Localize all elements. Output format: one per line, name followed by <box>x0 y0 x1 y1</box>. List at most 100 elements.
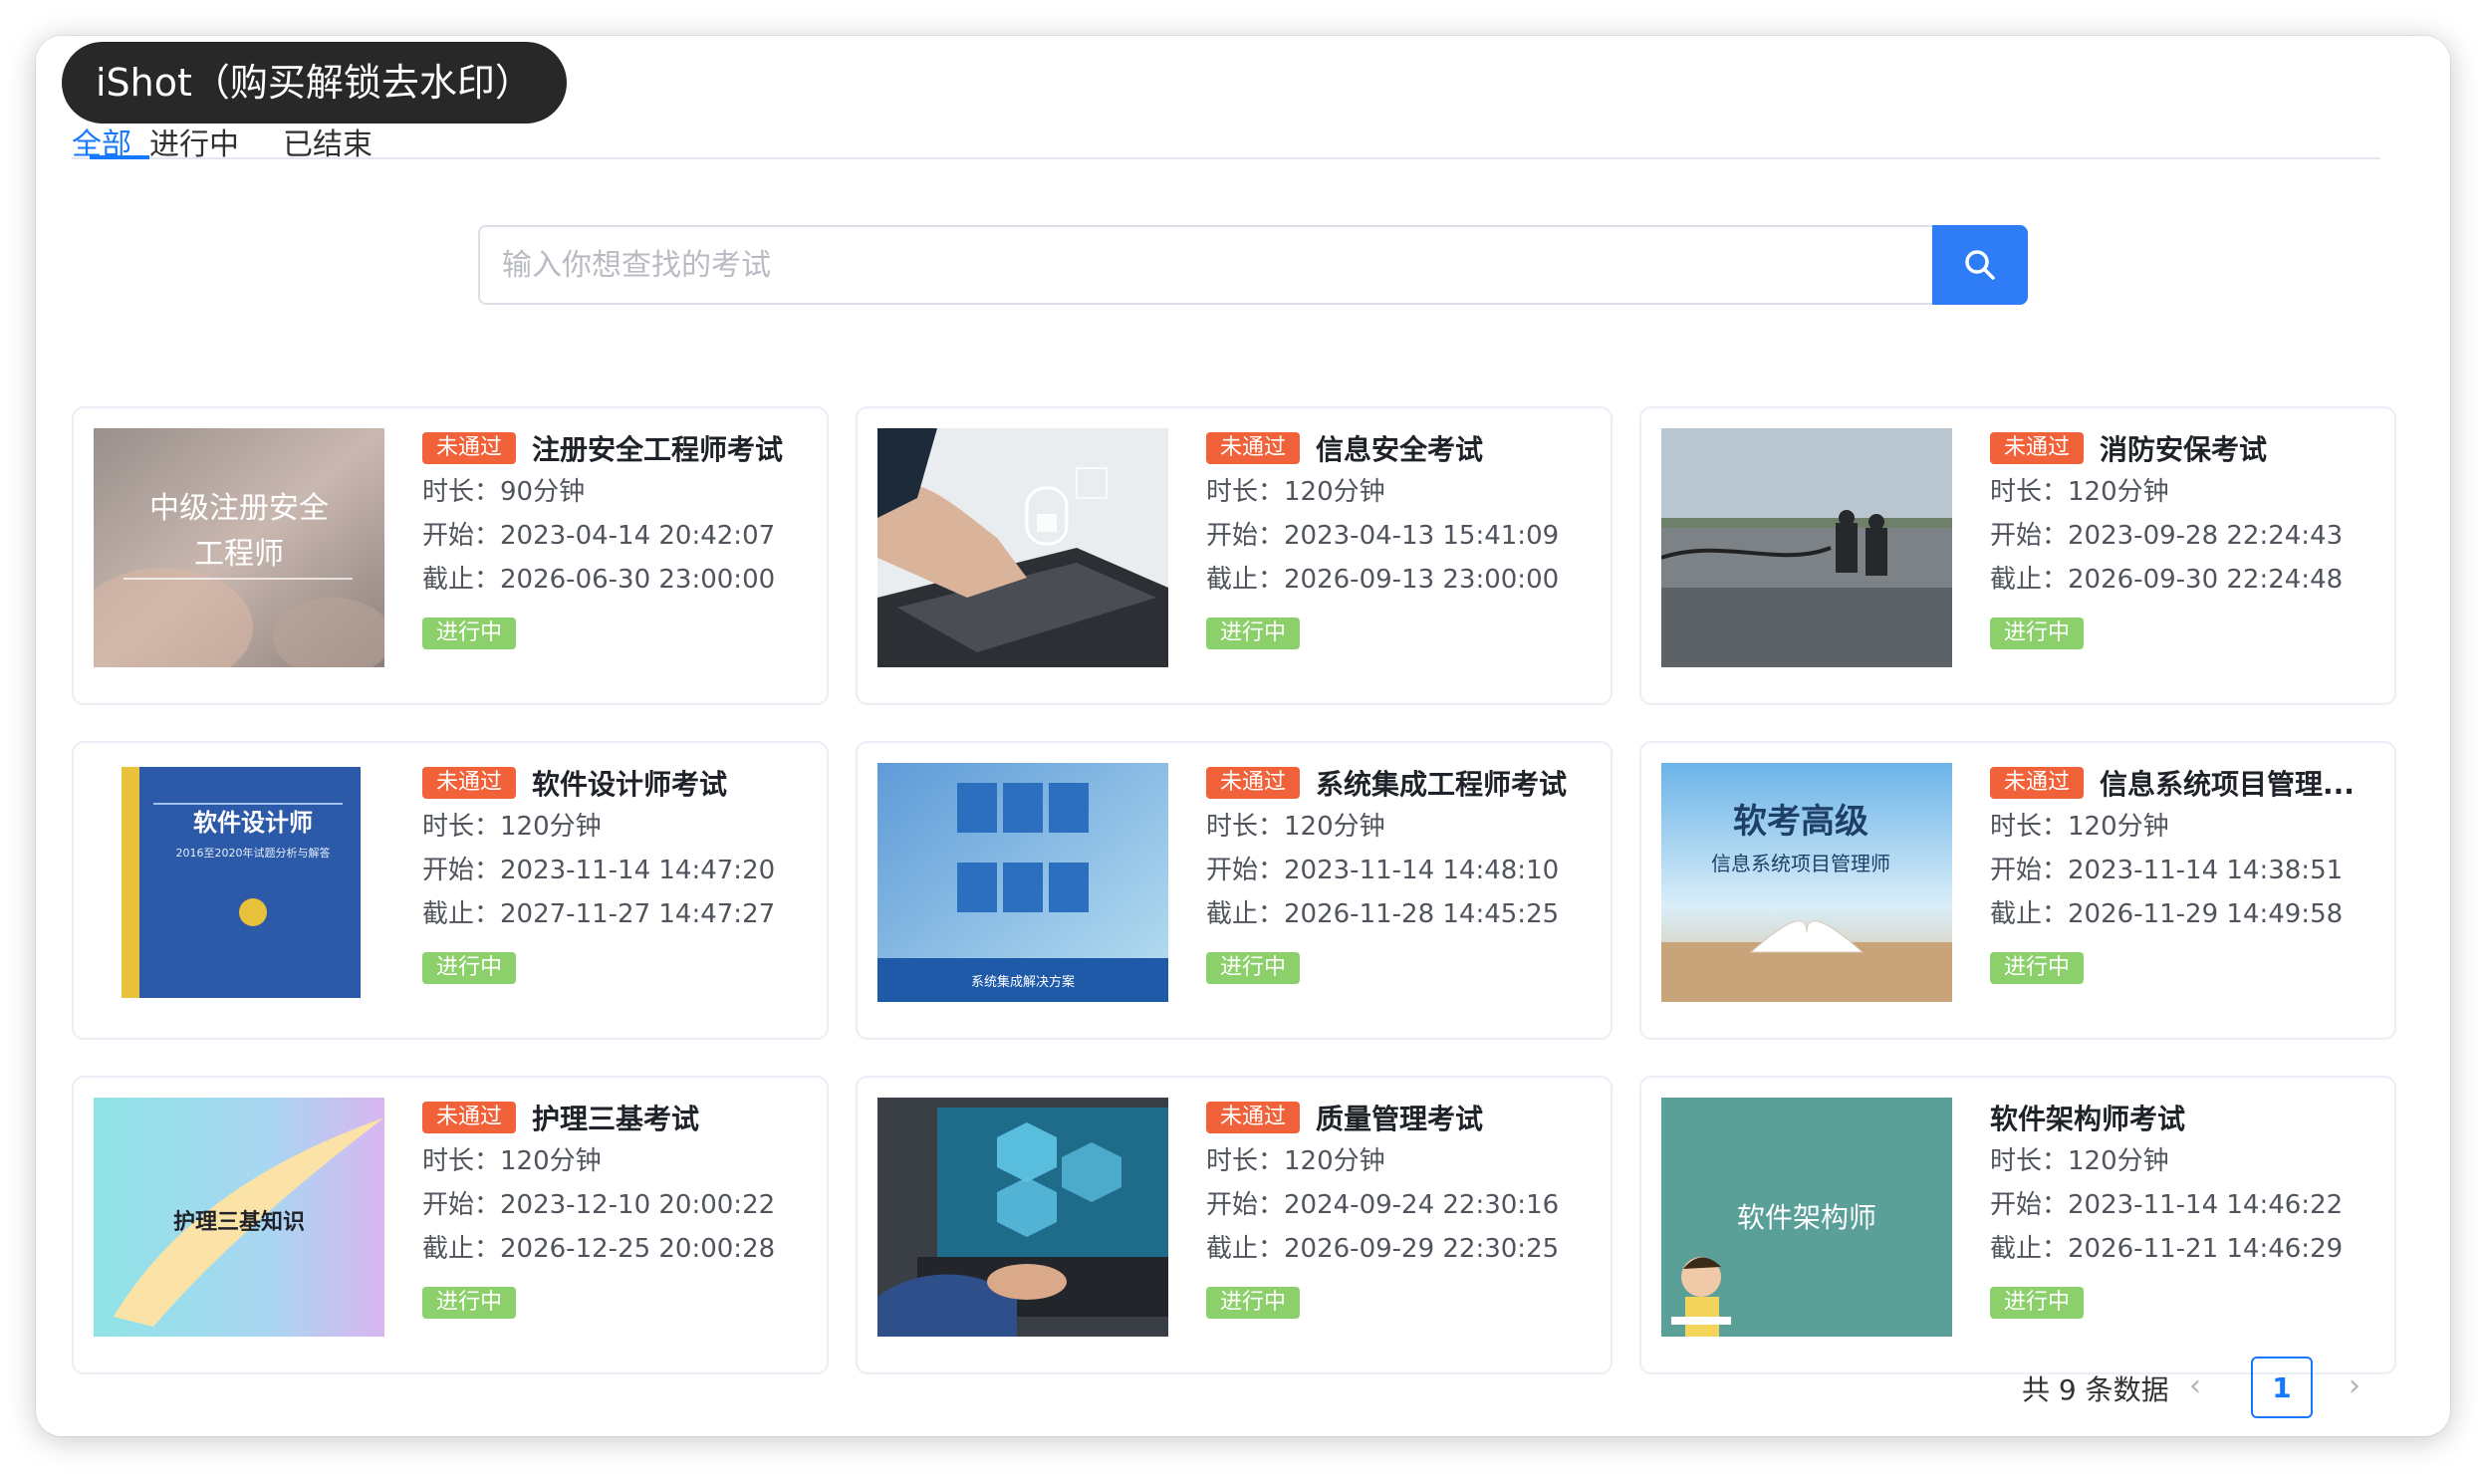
cover-text: 系统集成解决方案 <box>971 974 1075 990</box>
fail-badge: 未通过 <box>1206 767 1301 799</box>
end-row: 截止：2026-09-30 22:24:48 <box>1990 558 2378 602</box>
duration-value: 120分钟 <box>2068 477 2169 507</box>
app-window: 全部 进行中 已结束 中 <box>36 36 2450 1436</box>
end-value: 2026-06-30 23:00:00 <box>500 565 776 595</box>
end-row: 截止：2026-11-28 14:45:25 <box>1206 892 1595 936</box>
start-row: 开始：2023-04-14 20:42:07 <box>422 514 811 558</box>
cover-text: 软件设计师 <box>193 808 313 837</box>
exam-title: 信息安全考试 <box>1316 433 1484 466</box>
exam-title: 系统集成工程师考试 <box>1316 768 1568 801</box>
duration-row: 时长：120分钟 <box>1206 805 1595 849</box>
start-row: 开始：2023-09-28 22:24:43 <box>1990 514 2378 558</box>
duration-row: 时长：120分钟 <box>1206 1139 1595 1183</box>
start-value: 2023-09-28 22:24:43 <box>2068 521 2344 551</box>
exam-card[interactable]: 未通过 消防安保考试 时长：120分钟 开始：2023-09-28 22:24:… <box>1639 406 2396 705</box>
status-badge: 进行中 <box>1990 952 2085 984</box>
end-row: 截止：2026-09-13 23:00:00 <box>1206 558 1595 602</box>
end-label: 截止： <box>1206 565 1285 595</box>
status-badge: 进行中 <box>422 1287 517 1319</box>
tab-ended[interactable]: 已结束 <box>283 120 373 163</box>
end-row: 截止：2026-06-30 23:00:00 <box>422 558 811 602</box>
cover-text: 中级注册安全 <box>149 491 329 526</box>
exam-title: 软件架构师考试 <box>1990 1103 2186 1135</box>
active-tab-indicator <box>90 155 149 159</box>
exam-card[interactable]: 软件架构师 软件架构师考试 时长：120分钟 开始：2023-11-14 14:… <box>1639 1076 2396 1374</box>
search-button[interactable] <box>1932 225 2028 305</box>
end-label: 截止： <box>1206 899 1285 929</box>
start-row: 开始：2023-11-14 14:47:20 <box>422 849 811 892</box>
duration-value: 120分钟 <box>2068 812 2169 842</box>
start-value: 2023-04-14 20:42:07 <box>500 521 776 551</box>
chevron-right-icon[interactable]: › <box>2349 1368 2361 1403</box>
duration-label: 时长： <box>1206 812 1285 842</box>
start-value: 2023-11-14 14:48:10 <box>1284 856 1560 885</box>
start-label: 开始： <box>1990 856 2069 885</box>
end-value: 2026-09-30 22:24:48 <box>2068 565 2344 595</box>
duration-label: 时长： <box>1990 1146 2069 1176</box>
exam-cover-image: 软件设计师 2016至2020年试题分析与解答 <box>94 763 384 1002</box>
exam-cover-image <box>877 1098 1168 1337</box>
exam-card[interactable]: 中级注册安全 工程师 未通过 注册安全工程师考试 时长：90分钟 开始：2023… <box>72 406 829 705</box>
search-bar <box>478 225 2028 305</box>
end-row: 截止：2027-11-27 14:47:27 <box>422 892 811 936</box>
fail-badge: 未通过 <box>1206 1102 1301 1133</box>
status-badge: 进行中 <box>1990 1287 2085 1319</box>
end-value: 2026-09-13 23:00:00 <box>1284 565 1560 595</box>
exam-title: 质量管理考试 <box>1316 1103 1484 1135</box>
start-value: 2023-11-14 14:47:20 <box>500 856 776 885</box>
end-value: 2027-11-27 14:47:27 <box>500 899 776 929</box>
duration-value: 120分钟 <box>2068 1146 2169 1176</box>
exam-card[interactable]: 系统集成解决方案 未通过 系统集成工程师考试 时长：120分钟 开始：2023-… <box>856 741 1613 1040</box>
exam-card[interactable]: 软件设计师 2016至2020年试题分析与解答 未通过 软件设计师考试 时长：1… <box>72 741 829 1040</box>
end-label: 截止： <box>1990 899 2069 929</box>
duration-label: 时长： <box>1990 477 2069 507</box>
exam-card[interactable]: 护理三基知识 未通过 护理三基考试 时长：120分钟 开始：2023-12-10… <box>72 1076 829 1374</box>
end-row: 截止：2026-12-25 20:00:28 <box>422 1227 811 1271</box>
exam-cover-image <box>877 428 1168 667</box>
exam-card[interactable]: 未通过 质量管理考试 时长：120分钟 开始：2024-09-24 22:30:… <box>856 1076 1613 1374</box>
end-label: 截止： <box>422 565 501 595</box>
exam-title: 信息系统项目管理... <box>2100 768 2355 801</box>
duration-value: 120分钟 <box>500 812 602 842</box>
end-label: 截止： <box>1990 565 2069 595</box>
end-label: 截止： <box>422 1234 501 1264</box>
exam-title: 注册安全工程师考试 <box>532 433 784 466</box>
end-row: 截止：2026-11-21 14:46:29 <box>1990 1227 2378 1271</box>
exam-cover-image: 中级注册安全 工程师 <box>94 428 384 667</box>
duration-label: 时长： <box>422 812 501 842</box>
end-value: 2026-11-28 14:45:25 <box>1284 899 1560 929</box>
duration-row: 时长：120分钟 <box>422 1139 811 1183</box>
pagination-total: 共 9 条数据 <box>2022 1373 2169 1406</box>
status-badge: 进行中 <box>1206 952 1301 984</box>
search-icon <box>1965 250 1995 280</box>
start-label: 开始： <box>1206 856 1285 885</box>
end-row: 截止：2026-09-29 22:30:25 <box>1206 1227 1595 1271</box>
chevron-left-icon[interactable]: ‹ <box>2189 1368 2201 1403</box>
exam-cover-image <box>1661 428 1952 667</box>
exam-card[interactable]: 软考高级 信息系统项目管理师 未通过 信息系统项目管理... 时长：120分钟 … <box>1639 741 2396 1040</box>
page-number-button[interactable]: 1 <box>2251 1357 2313 1418</box>
start-value: 2023-11-14 14:46:22 <box>2068 1190 2344 1220</box>
exam-title: 软件设计师考试 <box>532 768 728 801</box>
exam-card[interactable]: 未通过 信息安全考试 时长：120分钟 开始：2023-04-13 15:41:… <box>856 406 1613 705</box>
duration-row: 时长：120分钟 <box>1990 805 2378 849</box>
fail-badge: 未通过 <box>422 1102 517 1133</box>
start-value: 2023-12-10 20:00:22 <box>500 1190 776 1220</box>
duration-value: 90分钟 <box>500 477 586 507</box>
cover-text: 软件架构师 <box>1737 1201 1876 1234</box>
duration-label: 时长： <box>1990 812 2069 842</box>
start-value: 2023-04-13 15:41:09 <box>1284 521 1560 551</box>
start-label: 开始： <box>1206 1190 1285 1220</box>
start-label: 开始： <box>1990 1190 2069 1220</box>
duration-row: 时长：90分钟 <box>422 470 811 514</box>
duration-label: 时长： <box>422 1146 501 1176</box>
start-label: 开始： <box>1206 521 1285 551</box>
status-badge: 进行中 <box>1990 618 2085 649</box>
search-input[interactable] <box>478 225 1932 305</box>
duration-label: 时长： <box>422 477 501 507</box>
tab-ongoing[interactable]: 进行中 <box>149 120 239 163</box>
start-row: 开始：2023-04-13 15:41:09 <box>1206 514 1595 558</box>
exam-title: 护理三基考试 <box>532 1103 700 1135</box>
end-label: 截止： <box>422 899 501 929</box>
cover-text: 信息系统项目管理师 <box>1711 852 1890 875</box>
